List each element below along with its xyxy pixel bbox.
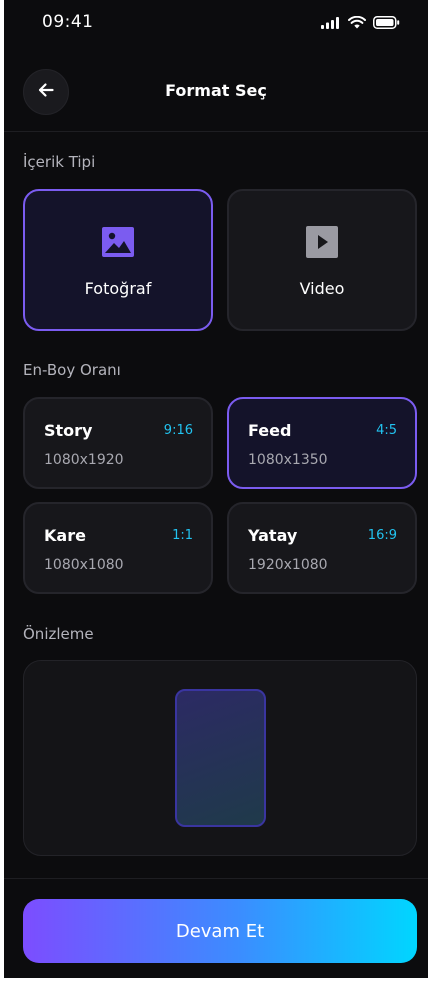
play-icon <box>305 225 339 259</box>
header: Format Seç <box>4 60 428 132</box>
ratio-name: Yatay <box>248 526 298 545</box>
ratio-value: 16:9 <box>367 528 397 543</box>
content-type-video-label: Video <box>299 279 345 298</box>
signal-icon <box>321 14 341 33</box>
ratio-option-square[interactable]: Kare 1:1 1080x1080 <box>23 502 213 594</box>
ratio-value: 9:16 <box>163 423 193 438</box>
footer: Devam Et <box>4 878 428 978</box>
ratio-option-landscape[interactable]: Yatay 16:9 1920x1080 <box>227 502 417 594</box>
content-type-photo-option[interactable]: Fotoğraf <box>23 189 213 331</box>
content-type-photo-label: Fotoğraf <box>84 279 152 298</box>
preview-label: Önizleme <box>23 625 94 643</box>
ratio-name: Kare <box>44 526 86 545</box>
image-icon <box>101 225 135 259</box>
status-icons <box>321 14 400 33</box>
content-type-video-option[interactable]: Video <box>227 189 417 331</box>
battery-icon <box>373 14 400 33</box>
ratio-value: 4:5 <box>376 423 397 438</box>
ratio-option-story[interactable]: Story 9:16 1080x1920 <box>23 397 213 489</box>
ratio-name: Feed <box>248 421 292 440</box>
content-type-label: İçerik Tipi <box>23 153 96 171</box>
continue-button[interactable]: Devam Et <box>23 899 417 963</box>
preview-panel <box>23 660 417 856</box>
ratio-option-feed[interactable]: Feed 4:5 1080x1350 <box>227 397 417 489</box>
ratio-dimensions: 1920x1080 <box>248 557 328 573</box>
wifi-icon <box>348 14 366 33</box>
ratio-dimensions: 1080x1920 <box>44 452 124 468</box>
ratio-dimensions: 1080x1350 <box>248 452 328 468</box>
status-bar: 09:41 <box>4 0 428 46</box>
ratio-dimensions: 1080x1080 <box>44 557 124 573</box>
ratio-value: 1:1 <box>172 528 193 543</box>
ratio-name: Story <box>44 421 93 440</box>
page-title: Format Seç <box>165 81 267 100</box>
status-time: 09:41 <box>42 12 94 32</box>
aspect-ratio-label: En-Boy Oranı <box>23 361 121 379</box>
app-screen: 09:41 Format Seç İçerik Tipi Fotoğraf Vi… <box>4 0 428 978</box>
preview-frame <box>175 689 266 827</box>
